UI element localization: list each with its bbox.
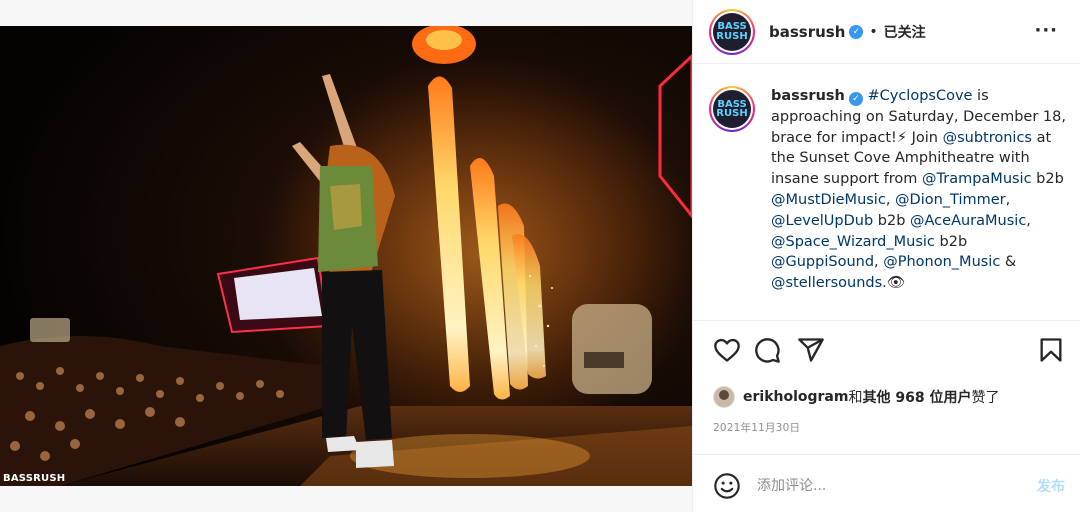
likes-summary: erikhologram 和 其他 968 位用户 赞了	[713, 386, 999, 408]
follow-status-button[interactable]: 已关注	[884, 22, 926, 42]
post-date[interactable]: 2021年11月30日	[713, 420, 800, 435]
likes-suffix: 赞了	[971, 390, 1000, 406]
caption-fragment: &	[1000, 254, 1017, 271]
comment-box: 发布	[713, 470, 1065, 502]
mention-link[interactable]: @subtronics	[943, 130, 1032, 146]
post-image[interactable]: BASSRUSH	[0, 26, 692, 486]
avatar-logo: BASS RUSH	[713, 90, 751, 128]
post-header: BASS RUSH bassrush ✓ • 已关注 ···	[693, 0, 1080, 64]
mention-link[interactable]: @Dion_Timmer	[895, 192, 1006, 208]
divider	[693, 320, 1080, 321]
caption-fragment: b2b	[1031, 171, 1064, 188]
caption-fragment: ,	[1005, 191, 1011, 208]
caption-fragment: b2b	[934, 233, 968, 250]
comment-input[interactable]	[757, 474, 1007, 498]
mention-link[interactable]: @LevelUpDub	[771, 213, 873, 229]
caption-text: bassrush ✓ #CyclopsCove is approaching on…	[771, 86, 1069, 318]
comment-icon[interactable]	[753, 336, 781, 364]
emoji-icon[interactable]	[713, 472, 741, 500]
heart-icon[interactable]	[713, 336, 741, 364]
caption-fragment: ,	[885, 191, 896, 208]
verified-icon: ✓	[848, 92, 863, 106]
mention-link[interactable]: @AceAuraMusic	[910, 213, 1026, 229]
header-username[interactable]: bassrush	[769, 23, 845, 41]
divider	[693, 454, 1080, 455]
mention-link[interactable]: @MustDieMusic	[771, 192, 886, 208]
separator-dot: •	[869, 23, 878, 40]
avatar[interactable]: BASS RUSH	[709, 8, 755, 55]
caption-username[interactable]: bassrush	[771, 88, 845, 104]
caption-fragment: .👁	[882, 275, 906, 292]
verified-icon: ✓	[849, 24, 864, 39]
mention-link[interactable]: @Space_Wizard_Music	[771, 234, 935, 250]
mention-link[interactable]: @stellersounds	[771, 275, 882, 291]
caption-fragment: ,	[1026, 212, 1031, 229]
liker-username[interactable]: erikhologram	[743, 389, 848, 405]
action-bar	[713, 336, 1065, 364]
likes-conjunction: 和	[848, 390, 863, 406]
hashtag-link[interactable]: #CyclopsCove	[867, 88, 972, 104]
post-caption: BASS RUSH bassrush ✓ #CyclopsCove is appr…	[709, 86, 1069, 318]
image-watermark: BASSRUSH	[3, 473, 66, 484]
concert-photo	[0, 26, 692, 486]
caption-fragment: b2b	[873, 212, 911, 229]
caption-fragment: ,	[874, 254, 884, 271]
more-icon[interactable]: ···	[1034, 20, 1058, 41]
avatar-logo: BASS RUSH	[713, 12, 751, 51]
likes-count-link[interactable]: 其他 968 位用户	[862, 387, 971, 407]
liker-avatar[interactable]	[713, 386, 735, 408]
mention-link[interactable]: @GuppiSound	[771, 254, 874, 270]
post-side-panel: BASS RUSH bassrush ✓ • 已关注 ··· BASS RUSH…	[692, 0, 1080, 512]
post-comment-button[interactable]: 发布	[1037, 476, 1065, 496]
mention-link[interactable]: @TrampaMusic	[922, 171, 1032, 187]
bookmark-icon[interactable]	[1037, 336, 1065, 364]
caption-avatar[interactable]: BASS RUSH	[709, 86, 755, 132]
mention-link[interactable]: @Phonon_Music	[883, 254, 1000, 270]
share-icon[interactable]	[797, 336, 825, 364]
